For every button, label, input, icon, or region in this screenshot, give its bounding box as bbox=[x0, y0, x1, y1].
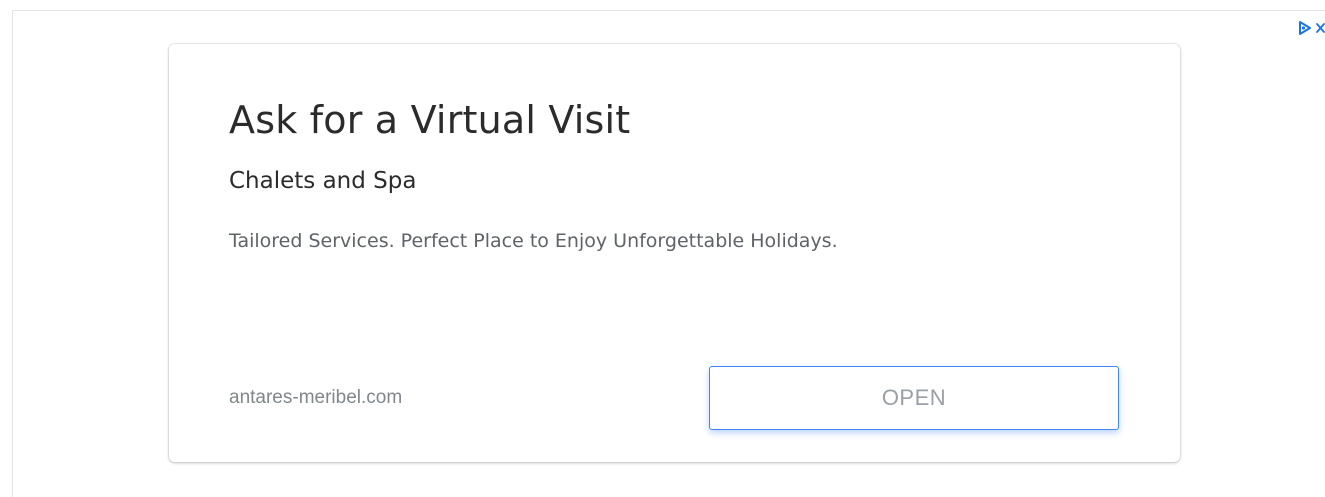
adchoices-play-icon[interactable] bbox=[1298, 20, 1312, 36]
ad-headline[interactable]: Ask for a Virtual Visit bbox=[229, 98, 630, 142]
adchoices-badge[interactable] bbox=[1298, 19, 1325, 37]
ad-advertiser-name[interactable]: Chalets and Spa bbox=[229, 168, 416, 194]
close-icon[interactable] bbox=[1315, 21, 1325, 35]
ad-description: Tailored Services. Perfect Place to Enjo… bbox=[229, 230, 838, 252]
ad-display-url[interactable]: antares-meribel.com bbox=[229, 387, 402, 409]
open-button[interactable]: OPEN bbox=[709, 366, 1119, 430]
ad-card[interactable]: Ask for a Virtual Visit Chalets and Spa … bbox=[169, 44, 1180, 462]
